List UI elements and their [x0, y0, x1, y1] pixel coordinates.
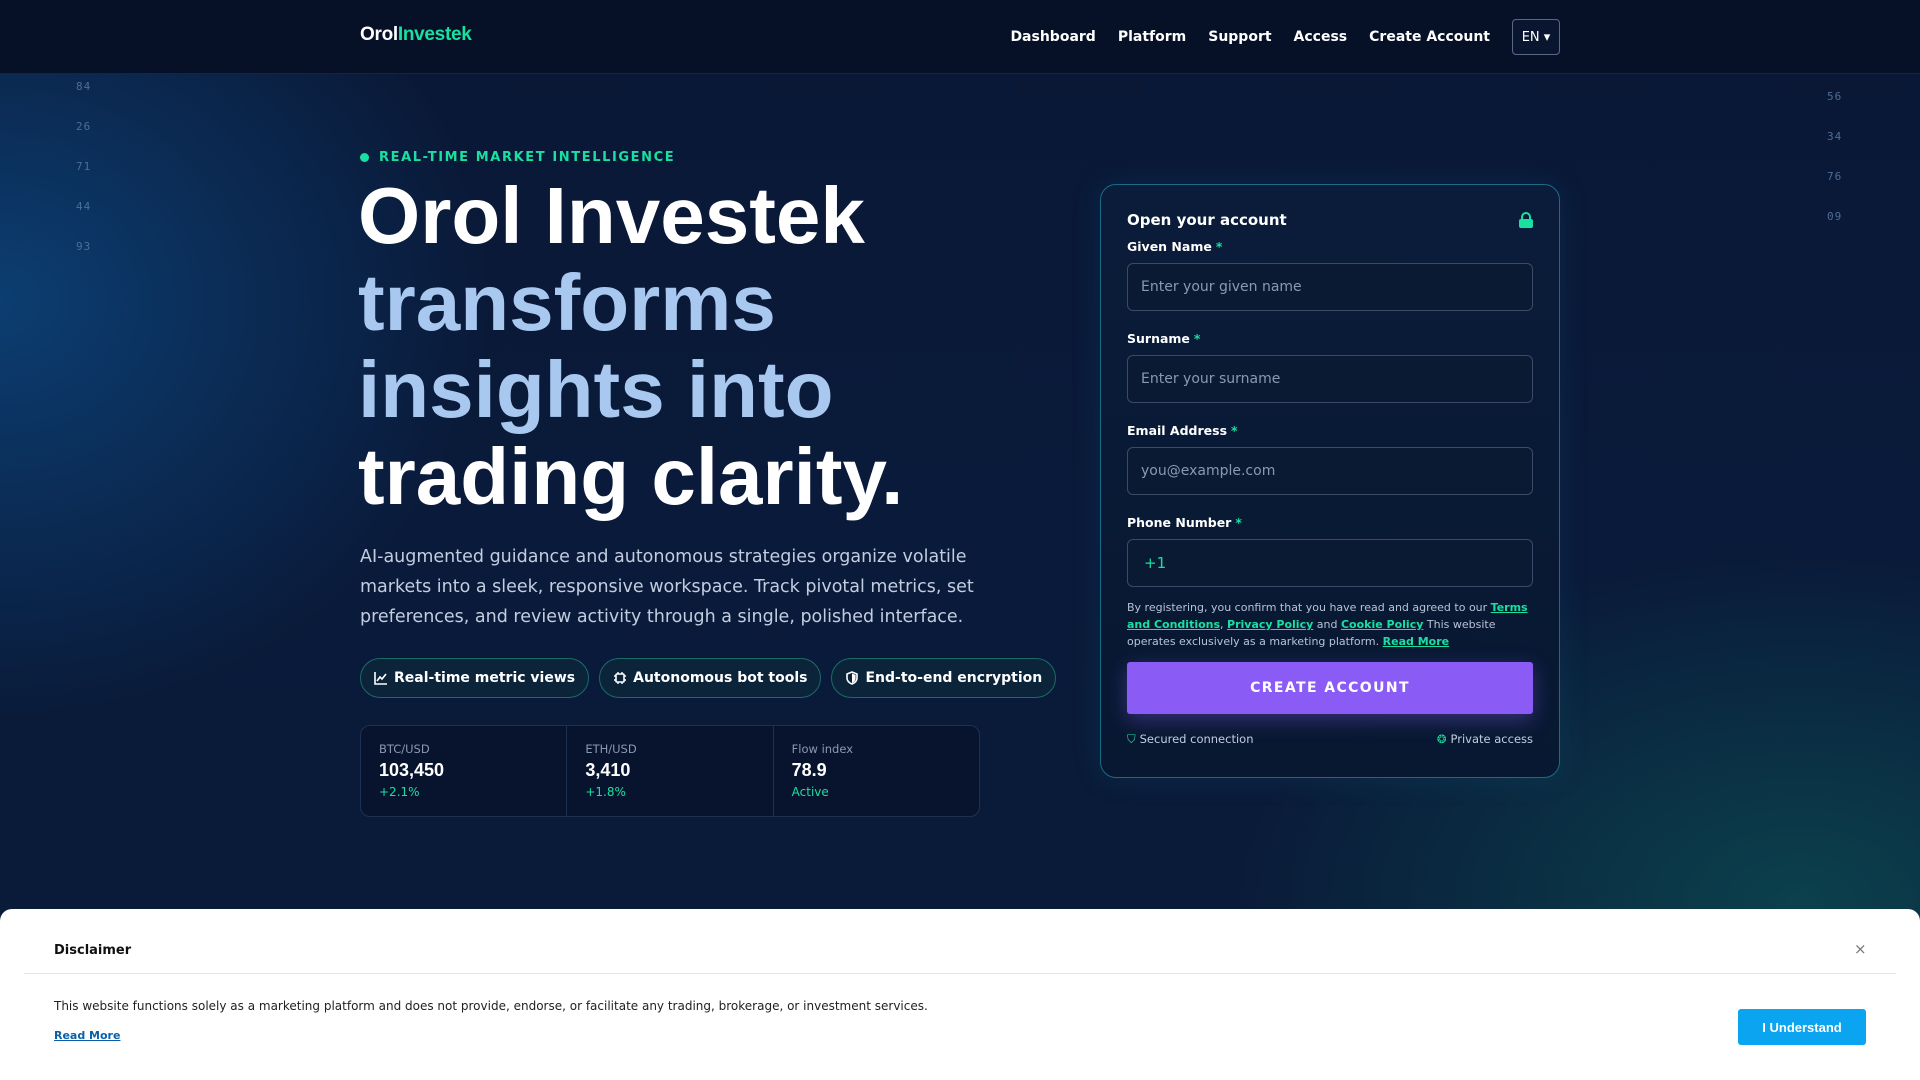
shield-icon — [846, 671, 859, 685]
logo-text-orol: Orol — [360, 24, 398, 45]
signup-card-header: Open your account — [1127, 211, 1533, 229]
stat-change: Active — [791, 785, 829, 799]
stat-btc: BTC/USD 103,450 +2.1% — [361, 726, 568, 816]
side-number: 09 — [1827, 210, 1843, 223]
top-header: OrolInvestek Dashboard Platform Support … — [0, 0, 1920, 74]
stat-change: +1.8% — [585, 785, 626, 799]
market-stats: BTC/USD 103,450 +2.1% ETH/USD 3,410 +1.8… — [360, 725, 980, 817]
chip-icon — [614, 672, 627, 684]
stat-value: 103,450 — [379, 760, 445, 780]
hero-title-line: trading clarity. — [358, 432, 904, 521]
given-name-label: Given Name * — [1127, 239, 1223, 254]
hero-title-line: insights into — [358, 345, 834, 434]
status-dot-icon — [360, 153, 369, 162]
chart-line-icon — [374, 672, 387, 685]
stat-label: Flow index — [791, 742, 854, 756]
phone-field[interactable]: +1 — [1127, 539, 1533, 587]
email-label: Email Address * — [1127, 423, 1238, 438]
nav-support[interactable]: Support — [1208, 19, 1271, 55]
stat-value: 3,410 — [585, 760, 631, 780]
understand-button[interactable]: I Understand — [1738, 1009, 1866, 1045]
secured-connection: ⛉ Secured connection — [1127, 732, 1254, 746]
disclaimer-text: This website functions solely as a marke… — [54, 999, 928, 1013]
stat-change: +2.1% — [379, 785, 420, 799]
cookie-link[interactable]: Cookie Policy — [1341, 618, 1423, 631]
phone-label: Phone Number * — [1127, 515, 1242, 530]
side-numbers-right: 56 34 76 09 — [1827, 90, 1842, 250]
main-nav: Dashboard Platform Support Access Create… — [988, 19, 1560, 55]
create-account-button[interactable]: CREATE ACCOUNT — [1127, 662, 1533, 714]
side-number: 26 — [76, 120, 92, 133]
given-name-input[interactable] — [1127, 263, 1533, 311]
signup-card-footer: ⛉ Secured connection ❂ Private access — [1127, 732, 1533, 747]
stat-label: BTC/USD — [379, 742, 430, 756]
nav-create-account[interactable]: Create Account — [1369, 19, 1490, 55]
pill-label: End-to-end encryption — [865, 670, 1043, 686]
logo-text-investek: Investek — [397, 24, 472, 45]
privacy-link[interactable]: Privacy Policy — [1227, 618, 1313, 631]
hero-description: AI-augmented guidance and autonomous str… — [360, 547, 974, 627]
stat-flow-index: Flow index 78.9 Active — [774, 726, 979, 816]
signup-card: Open your account Given Name* Surname* E… — [1100, 184, 1560, 778]
pill-label: Autonomous bot tools — [633, 670, 808, 686]
hero-eyebrow: REAL-TIME MARKET INTELLIGENCE — [360, 150, 675, 165]
side-number: 84 — [76, 80, 92, 93]
stat-label: ETH/USD — [585, 742, 637, 756]
signup-card-title: Open your account — [1127, 211, 1287, 229]
private-access: ❂ Private access — [1436, 732, 1533, 746]
pill-bot-tools[interactable]: Autonomous bot tools — [599, 658, 822, 698]
hero-title: Orol Investek transforms insights into t… — [358, 172, 1058, 520]
nav-access[interactable]: Access — [1294, 19, 1348, 55]
side-number: 71 — [76, 160, 92, 173]
brand-logo[interactable]: OrolInvestek — [360, 24, 472, 46]
legal-text: By registering, you confirm that you hav… — [1127, 601, 1528, 648]
pill-realtime-metrics[interactable]: Real-time metric views — [360, 658, 590, 698]
feature-pills: Real-time metric views Autonomous bot to… — [360, 658, 1066, 698]
lock-icon — [1519, 212, 1533, 228]
nav-platform[interactable]: Platform — [1118, 19, 1186, 55]
fingerprint-icon: ❂ — [1436, 732, 1447, 746]
disclaimer-divider — [24, 973, 1896, 974]
side-number: 44 — [76, 200, 92, 213]
read-more-link[interactable]: Read More — [1383, 635, 1449, 648]
disclaimer-title: Disclaimer — [54, 943, 132, 958]
surname-label: Surname * — [1127, 331, 1201, 346]
phone-input[interactable] — [1172, 540, 1532, 586]
pill-label: Real-time metric views — [394, 670, 576, 686]
side-numbers-left: 84 26 71 44 93 — [76, 80, 91, 280]
side-number: 76 — [1827, 170, 1843, 183]
phone-country-code[interactable]: +1 — [1144, 554, 1166, 572]
surname-input[interactable] — [1127, 355, 1533, 403]
stat-eth: ETH/USD 3,410 +1.8% — [567, 726, 774, 816]
shield-icon: ⛉ — [1127, 732, 1136, 746]
email-input[interactable] — [1127, 447, 1533, 495]
side-number: 34 — [1827, 130, 1843, 143]
side-number: 93 — [76, 240, 92, 253]
close-icon[interactable]: × — [1854, 940, 1867, 958]
stat-value: 78.9 — [791, 760, 827, 780]
side-number: 56 — [1827, 90, 1843, 103]
nav-dashboard[interactable]: Dashboard — [1010, 19, 1095, 55]
eyebrow-text: REAL-TIME MARKET INTELLIGENCE — [379, 150, 676, 165]
disclaimer-read-more-link[interactable]: Read More — [54, 1029, 120, 1042]
disclaimer-banner: Disclaimer × This website functions sole… — [0, 909, 1920, 1080]
language-selector[interactable]: EN ▾ — [1512, 19, 1560, 55]
hero-title-line: Orol Investek — [358, 171, 865, 260]
hero-title-line: transforms — [358, 258, 776, 347]
pill-encryption[interactable]: End-to-end encryption — [831, 658, 1057, 698]
